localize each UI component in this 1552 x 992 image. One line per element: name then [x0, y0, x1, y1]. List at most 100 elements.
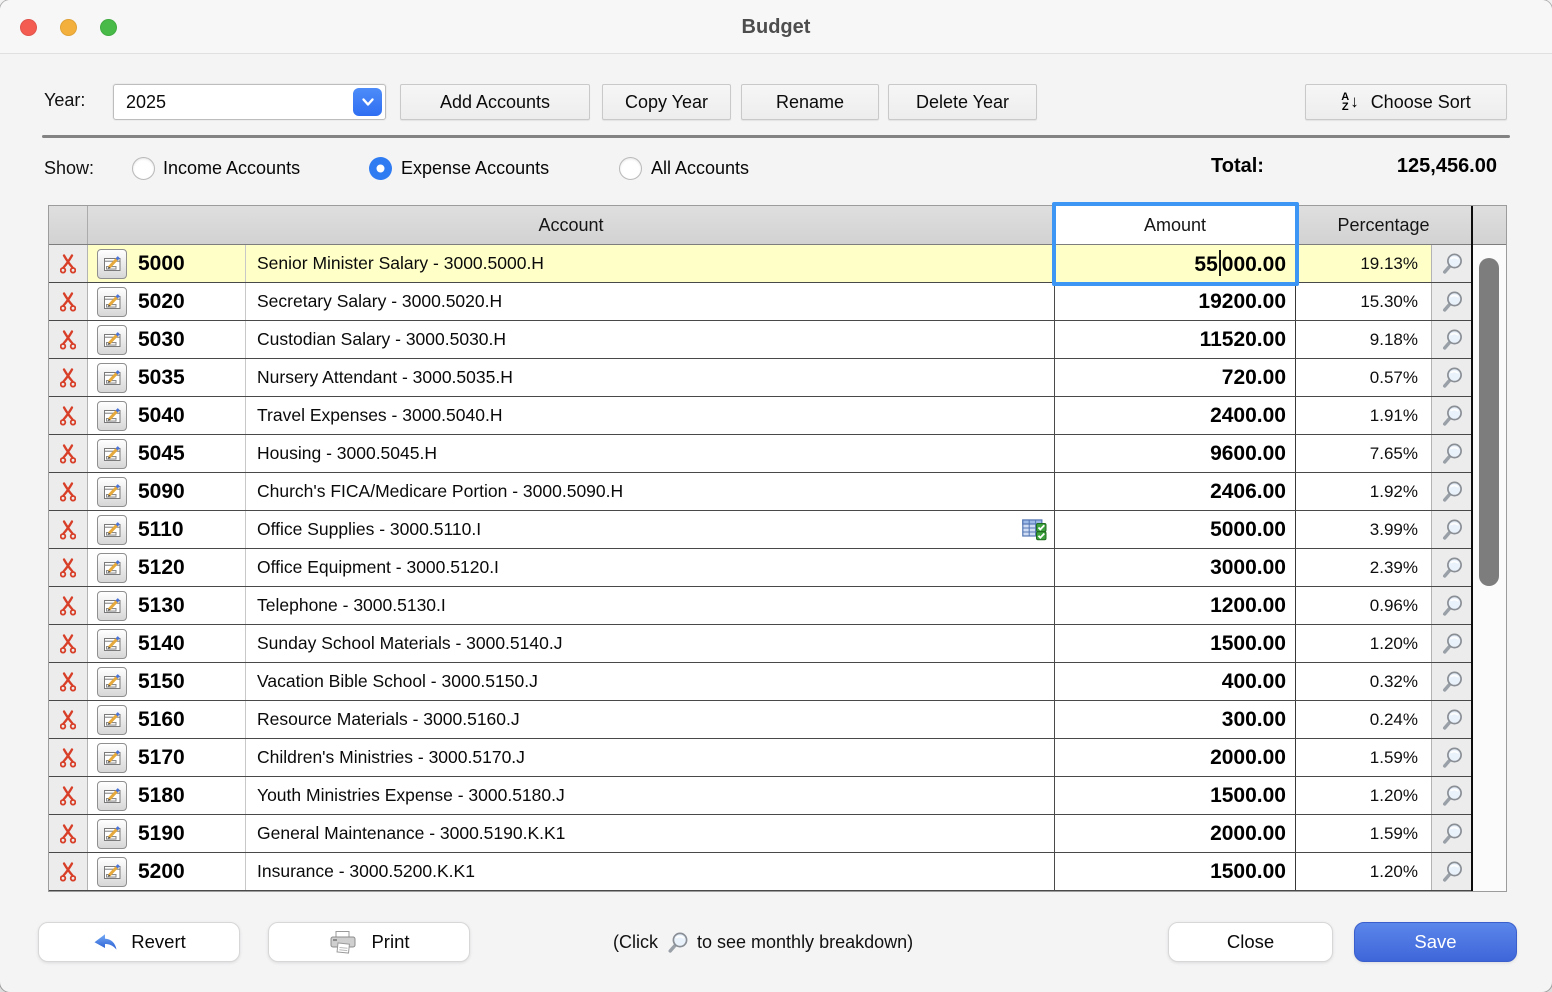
- account-description[interactable]: Travel Expenses - 3000.5040.H: [246, 405, 1054, 426]
- radio-all-label[interactable]: All Accounts: [651, 158, 749, 179]
- year-dropdown[interactable]: 2025: [113, 84, 386, 120]
- add-accounts-button[interactable]: Add Accounts: [400, 84, 590, 120]
- account-description[interactable]: Vacation Bible School - 3000.5150.J: [246, 671, 1054, 692]
- edit-account-button[interactable]: [97, 287, 127, 317]
- account-description[interactable]: Children's Ministries - 3000.5170.J: [246, 747, 1054, 768]
- radio-expense-label[interactable]: Expense Accounts: [401, 158, 549, 179]
- account-description[interactable]: General Maintenance - 3000.5190.K.K1: [246, 823, 1054, 844]
- edit-account-button[interactable]: [97, 629, 127, 659]
- amount-cell[interactable]: 2000.00: [1055, 739, 1296, 776]
- delete-account-button[interactable]: [60, 595, 76, 616]
- edit-account-button[interactable]: [97, 705, 127, 735]
- account-description[interactable]: Nursery Attendant - 3000.5035.H: [246, 367, 1054, 388]
- amount-cell[interactable]: 1500.00: [1055, 853, 1296, 890]
- delete-account-button[interactable]: [60, 291, 76, 312]
- close-button[interactable]: Close: [1168, 922, 1333, 962]
- delete-account-button[interactable]: [60, 671, 76, 692]
- monthly-breakdown-lookup-button[interactable]: [1440, 366, 1464, 389]
- account-description[interactable]: Office Supplies - 3000.5110.I: [246, 519, 1022, 540]
- monthly-breakdown-lookup-button[interactable]: [1440, 708, 1464, 731]
- account-description[interactable]: Insurance - 3000.5200.K.K1: [246, 861, 1054, 882]
- edit-account-button[interactable]: [97, 439, 127, 469]
- monthly-breakdown-lookup-button[interactable]: [1440, 594, 1464, 617]
- monthly-breakdown-lookup-button[interactable]: [1440, 822, 1464, 845]
- account-description[interactable]: Senior Minister Salary - 3000.5000.H: [246, 253, 1054, 274]
- edit-account-button[interactable]: [97, 857, 127, 887]
- delete-account-button[interactable]: [60, 861, 76, 882]
- edit-account-button[interactable]: [97, 591, 127, 621]
- monthly-breakdown-lookup-button[interactable]: [1440, 670, 1464, 693]
- delete-year-button[interactable]: Delete Year: [888, 84, 1037, 120]
- revert-button[interactable]: Revert: [38, 922, 240, 962]
- amount-cell[interactable]: 55000.00: [1055, 245, 1296, 282]
- edit-account-button[interactable]: [97, 515, 127, 545]
- delete-account-button[interactable]: [60, 747, 76, 768]
- edit-account-button[interactable]: [97, 819, 127, 849]
- rename-button[interactable]: Rename: [741, 84, 879, 120]
- monthly-breakdown-lookup-button[interactable]: [1440, 556, 1464, 579]
- account-description[interactable]: Housing - 3000.5045.H: [246, 443, 1054, 464]
- account-description[interactable]: Youth Ministries Expense - 3000.5180.J: [246, 785, 1054, 806]
- delete-account-button[interactable]: [60, 633, 76, 654]
- amount-cell[interactable]: 720.00: [1055, 359, 1296, 396]
- delete-account-button[interactable]: [60, 785, 76, 806]
- monthly-breakdown-lookup-button[interactable]: [1440, 252, 1464, 275]
- edit-account-button[interactable]: [97, 249, 127, 279]
- delete-account-button[interactable]: [60, 253, 76, 274]
- amount-cell[interactable]: 9600.00: [1055, 435, 1296, 472]
- amount-cell[interactable]: 300.00: [1055, 701, 1296, 738]
- edit-account-button[interactable]: [97, 401, 127, 431]
- delete-account-button[interactable]: [60, 709, 76, 730]
- amount-cell[interactable]: 400.00: [1055, 663, 1296, 700]
- delete-account-button[interactable]: [60, 405, 76, 426]
- monthly-breakdown-lookup-button[interactable]: [1440, 784, 1464, 807]
- monthly-breakdown-lookup-button[interactable]: [1440, 442, 1464, 465]
- account-description[interactable]: Resource Materials - 3000.5160.J: [246, 709, 1054, 730]
- choose-sort-button[interactable]: AZ↓ Choose Sort: [1305, 84, 1507, 120]
- monthly-breakdown-lookup-button[interactable]: [1440, 518, 1464, 541]
- monthly-breakdown-lookup-button[interactable]: [1440, 480, 1464, 503]
- account-description[interactable]: Church's FICA/Medicare Portion - 3000.50…: [246, 481, 1054, 502]
- delete-account-button[interactable]: [60, 823, 76, 844]
- edit-account-button[interactable]: [97, 667, 127, 697]
- amount-cell[interactable]: 2000.00: [1055, 815, 1296, 852]
- delete-account-button[interactable]: [60, 329, 76, 350]
- account-description[interactable]: Telephone - 3000.5130.I: [246, 595, 1054, 616]
- amount-cell[interactable]: 11520.00: [1055, 321, 1296, 358]
- monthly-breakdown-lookup-button[interactable]: [1440, 746, 1464, 769]
- scrollbar-thumb[interactable]: [1479, 258, 1499, 586]
- copy-year-button[interactable]: Copy Year: [602, 84, 731, 120]
- account-description[interactable]: Custodian Salary - 3000.5030.H: [246, 329, 1054, 350]
- save-button[interactable]: Save: [1354, 922, 1517, 962]
- delete-account-button[interactable]: [60, 443, 76, 464]
- radio-income-label[interactable]: Income Accounts: [163, 158, 300, 179]
- amount-cell[interactable]: 2406.00: [1055, 473, 1296, 510]
- radio-expense-accounts[interactable]: [369, 157, 392, 180]
- amount-cell[interactable]: 1500.00: [1055, 777, 1296, 814]
- vertical-scrollbar[interactable]: [1471, 206, 1506, 891]
- amount-cell[interactable]: 3000.00: [1055, 549, 1296, 586]
- monthly-breakdown-lookup-button[interactable]: [1440, 328, 1464, 351]
- delete-account-button[interactable]: [60, 481, 76, 502]
- amount-cell[interactable]: 1200.00: [1055, 587, 1296, 624]
- account-description[interactable]: Sunday School Materials - 3000.5140.J: [246, 633, 1054, 654]
- amount-cell[interactable]: 5000.00: [1055, 511, 1296, 548]
- edit-account-button[interactable]: [97, 781, 127, 811]
- monthly-breakdown-lookup-button[interactable]: [1440, 632, 1464, 655]
- edit-account-button[interactable]: [97, 325, 127, 355]
- radio-income-accounts[interactable]: [132, 157, 155, 180]
- amount-cell[interactable]: 2400.00: [1055, 397, 1296, 434]
- amount-cell[interactable]: 1500.00: [1055, 625, 1296, 662]
- monthly-breakdown-lookup-button[interactable]: [1440, 860, 1464, 883]
- monthly-breakdown-lookup-button[interactable]: [1440, 404, 1464, 427]
- edit-account-button[interactable]: [97, 477, 127, 507]
- account-description[interactable]: Office Equipment - 3000.5120.I: [246, 557, 1054, 578]
- amount-cell[interactable]: 19200.00: [1055, 283, 1296, 320]
- delete-account-button[interactable]: [60, 367, 76, 388]
- print-button[interactable]: Print: [268, 922, 470, 962]
- monthly-breakdown-lookup-button[interactable]: [1440, 290, 1464, 313]
- account-description[interactable]: Secretary Salary - 3000.5020.H: [246, 291, 1054, 312]
- edit-account-button[interactable]: [97, 743, 127, 773]
- delete-account-button[interactable]: [60, 519, 76, 540]
- edit-account-button[interactable]: [97, 363, 127, 393]
